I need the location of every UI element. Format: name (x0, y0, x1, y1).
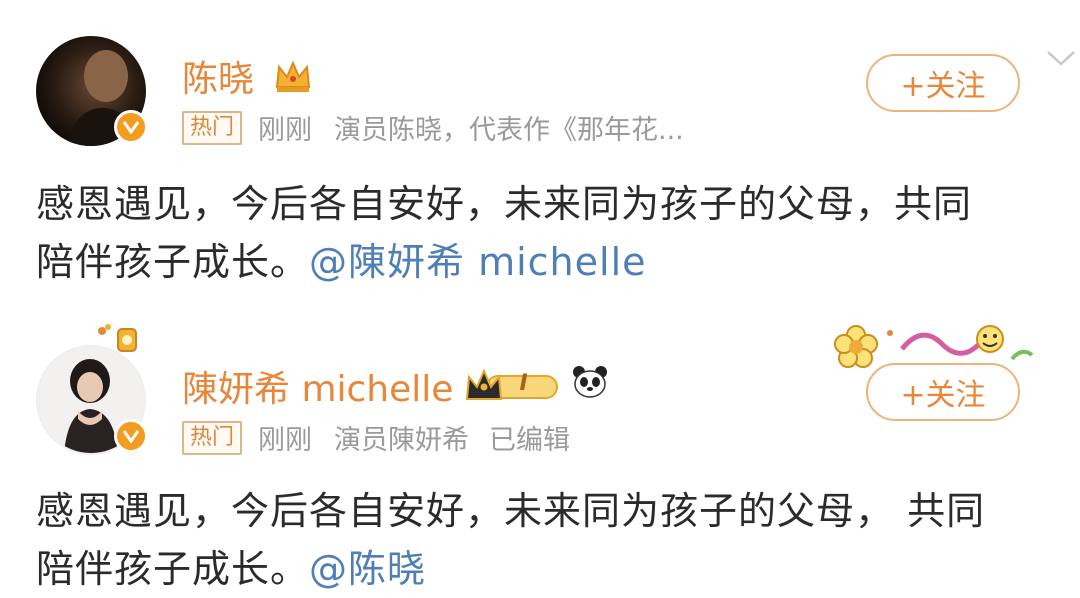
author-name-text: 陈晓 (182, 59, 255, 100)
post-card: 陈晓 热门 刚刚 演员陈晓，代表作《那年花... +关注 感恩遇见，今后各自安好… (0, 0, 1080, 300)
post-time: 刚刚 (258, 425, 313, 456)
content-text: 陪伴孩子成长。 (36, 547, 310, 591)
post-meta: 热门 刚刚 演员陈晓，代表作《那年花... (182, 108, 684, 147)
edited-label: 已编辑 (489, 425, 571, 456)
post-time: 刚刚 (258, 115, 313, 146)
content-line: 感恩遇见，今后各自安好，未来同为孩子的父母， 共同 (36, 489, 986, 533)
hot-badge: 热门 (182, 110, 243, 145)
content-line: 陪伴孩子成长。@陈晓 (36, 540, 1066, 598)
member-level-badge: I (465, 367, 561, 405)
avatar[interactable] (36, 324, 148, 455)
post-content: 感恩遇见，今后各自安好，未来同为孩子的父母，共同 陪伴孩子成长。@陳妍希 mic… (36, 175, 1066, 291)
author-name[interactable]: 陈晓 (182, 50, 313, 104)
author-name-text: 陳妍希 michelle (182, 369, 454, 410)
crown-icon (273, 59, 313, 104)
mention-link[interactable]: @陈晓 (309, 547, 426, 591)
avatar[interactable] (36, 36, 148, 146)
mention-link[interactable]: @陳妍希 michelle (309, 240, 647, 284)
content-line: 陪伴孩子成长。@陳妍希 michelle (36, 233, 1066, 291)
post-content: 感恩遇见，今后各自安好，未来同为孩子的父母， 共同 陪伴孩子成长。@陈晓 (36, 482, 1066, 598)
post-meta: 热门 刚刚 演员陳妍希 已编辑 (182, 418, 570, 457)
follow-button[interactable]: +关注 (866, 363, 1020, 421)
post-source: 演员陳妍希 (334, 425, 470, 456)
hot-badge: 热门 (182, 420, 243, 455)
avatar-frame-decoration-icon (94, 323, 142, 367)
content-text: 陪伴孩子成长。 (36, 240, 310, 284)
content-line: 感恩遇见，今后各自安好，未来同为孩子的父母，共同 (36, 182, 973, 226)
level-text: I (519, 371, 528, 396)
verified-icon (114, 419, 148, 453)
chevron-down-icon[interactable] (1046, 48, 1076, 72)
verified-icon (114, 110, 148, 144)
author-name[interactable]: 陳妍希 michelle I (182, 360, 609, 412)
post-source: 演员陈晓，代表作《那年花... (334, 115, 684, 146)
follow-button[interactable]: +关注 (866, 54, 1020, 112)
post-card: 陳妍希 michelle I 热门 刚刚 演员陳妍希 已编辑 +关注 感恩遇见，… (0, 315, 1080, 591)
panda-icon (571, 365, 609, 408)
